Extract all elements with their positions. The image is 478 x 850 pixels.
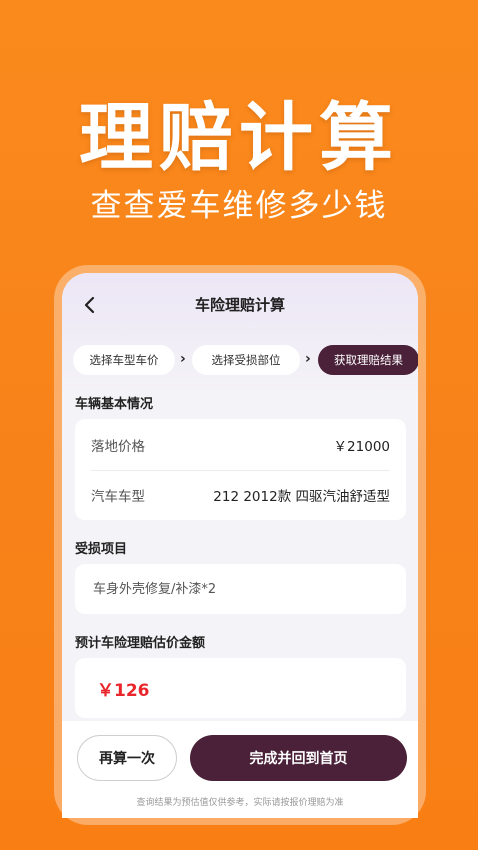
- step-select-damage[interactable]: 选择受损部位: [192, 345, 300, 375]
- bottom-action-bar: 再算一次 完成并回到首页 查询结果为预估值仅供参考，实际请按报价理赔为准: [62, 721, 418, 818]
- divider: [91, 470, 390, 471]
- model-row: 汽车车型 212 2012款 四驱汽油舒适型: [91, 484, 390, 506]
- step-get-result[interactable]: 获取理赔结果: [318, 345, 418, 375]
- model-value: 212 2012款 四驱汽油舒适型: [213, 489, 390, 505]
- hero-subtitle: 查查爱车维修多少钱: [90, 188, 388, 224]
- disclaimer-text: 查询结果为预估值仅供参考，实际请按报价理赔为准: [136, 798, 344, 808]
- estimate-section-title: 预计车险理赔估价金额: [75, 636, 206, 651]
- chevron-right-icon: ›: [180, 351, 186, 367]
- vehicle-section-title: 车辆基本情况: [75, 397, 154, 412]
- step-select-model[interactable]: 选择车型车价: [73, 345, 175, 375]
- phone-screen: 车险理赔计算 选择车型车价 › 选择受损部位 › 获取理赔结果 车辆基本情况 落…: [62, 273, 418, 818]
- price-label: 落地价格: [91, 439, 145, 455]
- hero-title: 理赔计算: [79, 95, 399, 181]
- page-title: 车险理赔计算: [194, 296, 285, 314]
- nav-bar: 车险理赔计算: [62, 289, 418, 321]
- estimate-card: ￥126: [75, 658, 406, 718]
- step-indicator: 选择车型车价 › 选择受损部位 › 获取理赔结果: [73, 345, 418, 375]
- damage-card: 车身外壳修复/补漆*2: [75, 564, 406, 614]
- damage-item: 车身外壳修复/补漆*2: [93, 582, 217, 597]
- damage-section-title: 受损项目: [75, 542, 128, 557]
- price-value: ￥21000: [333, 439, 390, 455]
- finish-home-button[interactable]: 完成并回到首页: [190, 735, 407, 781]
- model-label: 汽车车型: [91, 489, 145, 505]
- recalculate-button[interactable]: 再算一次: [77, 735, 177, 781]
- vehicle-info-card: 落地价格 ￥21000 汽车车型 212 2012款 四驱汽油舒适型: [75, 419, 406, 520]
- chevron-right-icon: ›: [305, 351, 311, 367]
- price-row: 落地价格 ￥21000: [91, 434, 390, 456]
- estimate-amount: ￥126: [97, 681, 150, 701]
